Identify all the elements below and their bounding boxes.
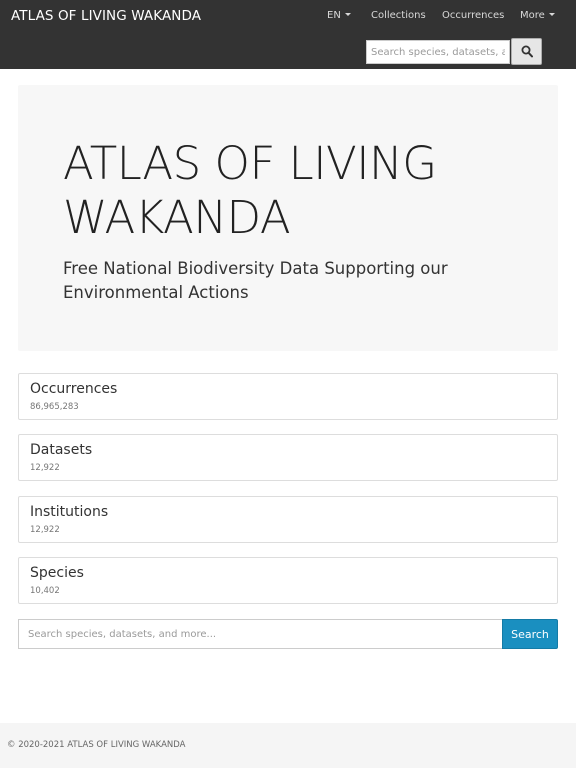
stat-label: Institutions (30, 504, 109, 520)
navbar-search-input[interactable] (366, 40, 510, 64)
top-navbar: ATLAS OF LIVING WAKANDA EN Collections O… (0, 0, 576, 69)
stat-panel-datasets[interactable]: Datasets 12,922 (18, 434, 558, 481)
stat-count: 12,922 (30, 525, 60, 535)
hero-subtitle: Free National Biodiversity Data Supporti… (63, 259, 448, 302)
stat-panel-species[interactable]: Species 10,402 (18, 557, 558, 604)
search-icon (521, 45, 533, 58)
caret-down-icon (344, 12, 351, 16)
brand-logo-link[interactable]: ATLAS OF LIVING WAKANDA (11, 8, 201, 24)
more-dropdown[interactable]: More (520, 10, 555, 21)
language-dropdown[interactable]: EN (327, 10, 351, 21)
nav-link-collections[interactable]: Collections (371, 10, 426, 21)
main-search-button[interactable]: Search (502, 619, 558, 649)
stat-panel-occurrences[interactable]: Occurrences 86,965,283 (18, 373, 558, 420)
stat-count: 10,402 (30, 586, 60, 596)
navbar-search-button[interactable] (511, 38, 542, 65)
stat-count: 86,965,283 (30, 402, 79, 412)
stat-label: Occurrences (30, 381, 118, 397)
more-label: More (520, 10, 545, 21)
main-search-input[interactable] (18, 619, 502, 649)
page-footer: © 2020-2021 ATLAS OF LIVING WAKANDA (0, 723, 576, 768)
hero-title: ATLAS OF LIVING WAKANDA (63, 137, 437, 244)
stat-panel-institutions[interactable]: Institutions 12,922 (18, 496, 558, 543)
language-label: EN (327, 10, 341, 21)
stat-label: Species (30, 565, 84, 581)
stat-count: 12,922 (30, 463, 60, 473)
hero-jumbotron: ATLAS OF LIVING WAKANDA Free National Bi… (18, 85, 558, 351)
caret-down-icon (548, 12, 555, 16)
nav-link-occurrences[interactable]: Occurrences (442, 10, 504, 21)
footer-copyright: © 2020-2021 ATLAS OF LIVING WAKANDA (7, 740, 186, 750)
stat-label: Datasets (30, 442, 93, 458)
